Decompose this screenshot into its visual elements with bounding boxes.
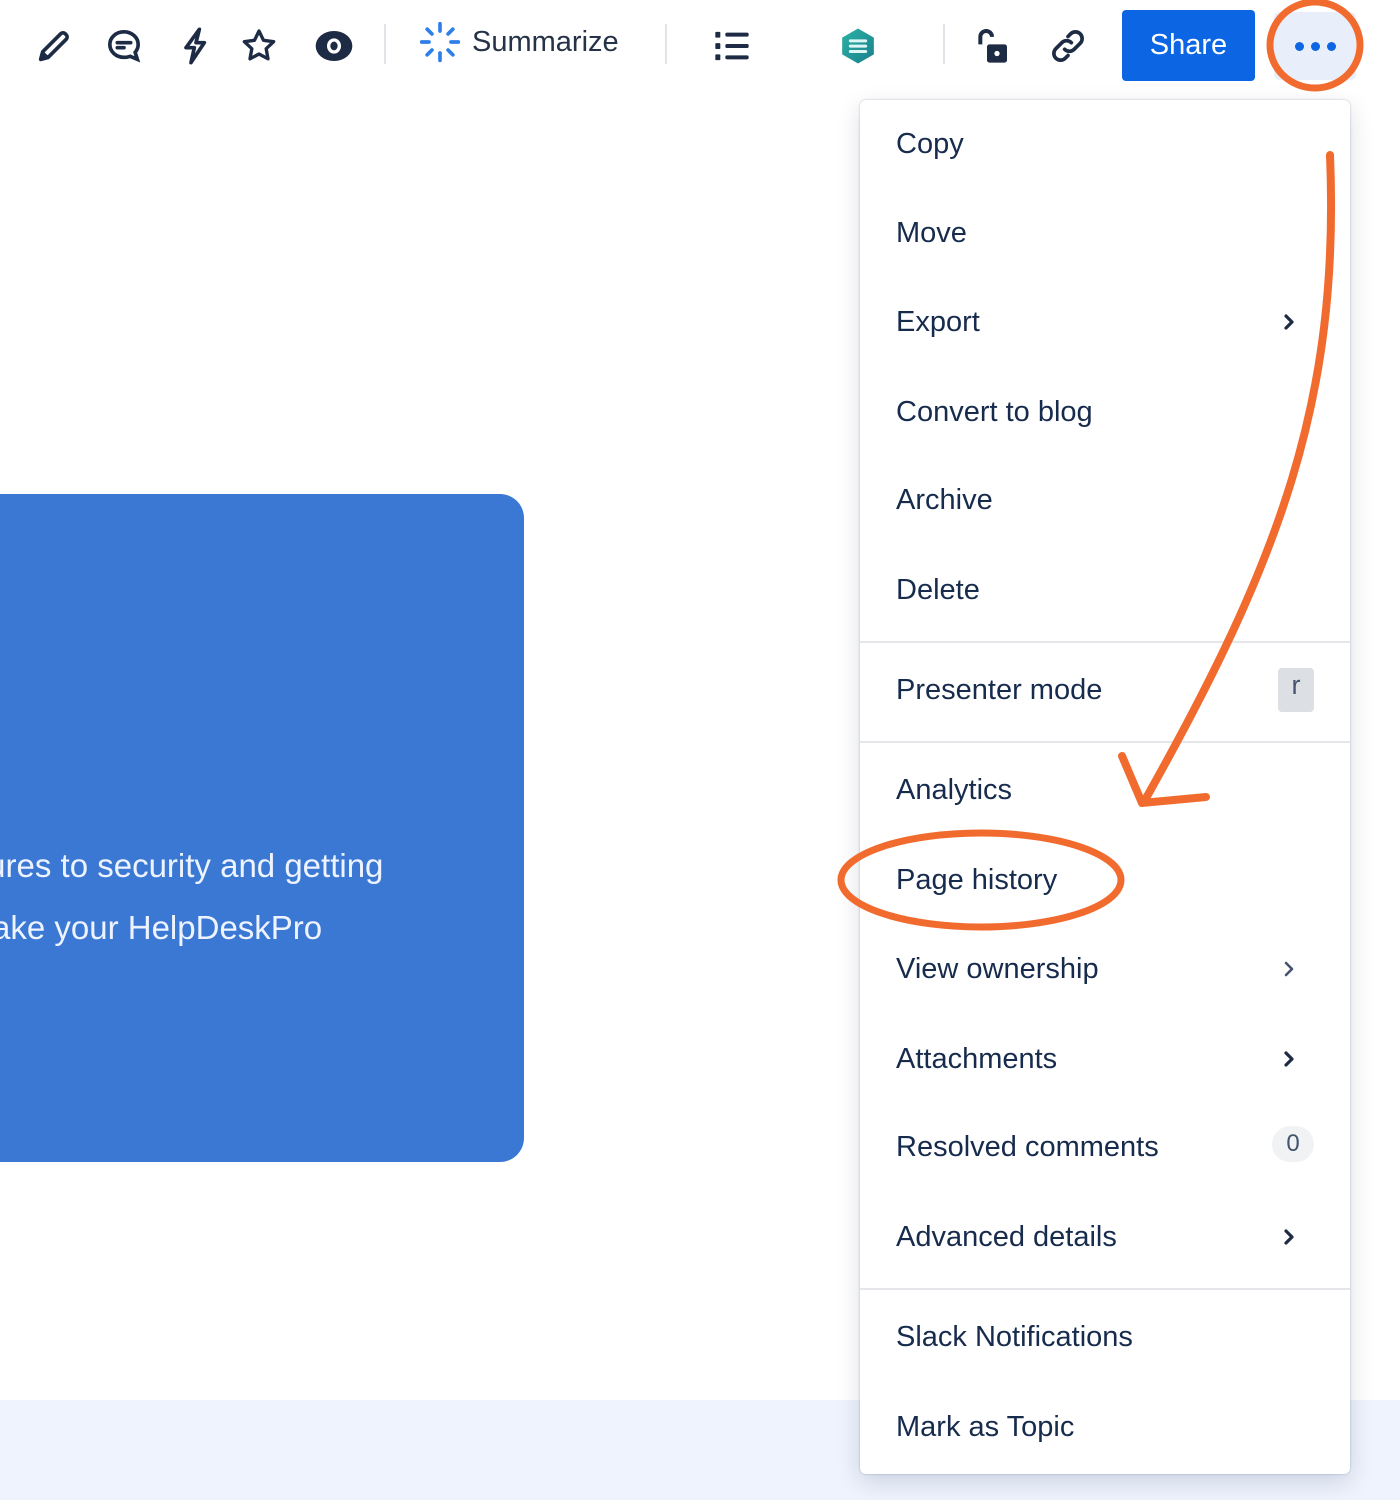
sparkle-loader-icon (419, 21, 461, 63)
automation-button[interactable] (172, 22, 220, 70)
menu-item-export[interactable]: Export (860, 278, 1350, 366)
menu-item-label: Archive (896, 483, 993, 516)
menu-item-label: Export (896, 305, 980, 338)
menu-item-slack-notifications[interactable]: Slack Notifications (860, 1293, 1350, 1381)
toolbar-divider (384, 24, 386, 64)
menu-item-label: Analytics (896, 773, 1013, 806)
hexagon-app-icon (842, 28, 874, 64)
watch-button[interactable] (310, 22, 358, 70)
restrictions-button[interactable] (968, 22, 1016, 70)
eye-icon (315, 31, 353, 61)
lightning-icon (184, 27, 207, 65)
more-horizontal-icon (1310, 41, 1320, 51)
menu-item-label: Slack Notifications (896, 1320, 1133, 1353)
summarize-label: Summarize (472, 25, 619, 58)
page-toolbar: Summarize Share (0, 0, 1400, 92)
more-horizontal-icon (1326, 41, 1336, 51)
menu-item-archive[interactable]: Archive (860, 456, 1350, 544)
more-actions-menu: Copy Move Export Convert to blog Archive… (860, 100, 1350, 1474)
menu-item-label: Advanced details (896, 1220, 1117, 1253)
share-button[interactable]: Share (1122, 10, 1255, 81)
menu-item-label: Copy (896, 127, 964, 160)
menu-item-attachments[interactable]: Attachments (860, 1015, 1350, 1103)
more-actions-button[interactable] (1274, 12, 1356, 80)
more-horizontal-icon (1294, 41, 1304, 51)
menu-item-page-history[interactable]: Page history (860, 836, 1350, 924)
menu-item-advanced-details[interactable]: Advanced details (860, 1193, 1350, 1281)
edit-button[interactable] (30, 22, 78, 70)
copy-link-button[interactable] (1044, 22, 1092, 70)
menu-item-label: Page history (896, 863, 1058, 896)
menu-divider (860, 1288, 1350, 1290)
hero-text-line: ake your HelpDeskPro (0, 909, 323, 946)
numbered-list-icon (715, 31, 749, 61)
menu-item-presenter-mode[interactable]: Presenter mode r (860, 646, 1350, 734)
toolbar-divider (665, 24, 667, 64)
menu-item-label: Resolved comments (896, 1130, 1159, 1163)
count-badge: 0 (1272, 1126, 1314, 1163)
link-icon (1052, 30, 1084, 62)
chevron-right-icon (1284, 961, 1294, 977)
chevron-right-icon (1284, 1229, 1294, 1245)
menu-item-move[interactable]: Move (860, 189, 1350, 277)
app-extension-button[interactable] (834, 22, 882, 70)
menu-item-analytics[interactable]: Analytics (860, 746, 1350, 834)
comment-button[interactable] (100, 22, 148, 70)
summarize-button[interactable]: Summarize (418, 18, 619, 66)
menu-item-mark-as-topic[interactable]: Mark as Topic (860, 1383, 1350, 1471)
menu-item-label: View ownership (896, 952, 1099, 985)
star-button[interactable] (235, 22, 283, 70)
chevron-right-icon (1284, 1051, 1294, 1067)
comment-icon (107, 29, 141, 63)
menu-item-label: Delete (896, 573, 980, 606)
menu-item-label: Convert to blog (896, 395, 1093, 428)
hero-banner (0, 494, 524, 1162)
menu-item-copy[interactable]: Copy (860, 100, 1350, 188)
menu-divider (860, 741, 1350, 743)
menu-item-label: Move (896, 216, 967, 249)
menu-item-delete[interactable]: Delete (860, 546, 1350, 634)
menu-item-view-ownership[interactable]: View ownership (860, 925, 1350, 1013)
menu-item-label: Presenter mode (896, 673, 1103, 706)
hero-text: tures to security and getting ake your H… (0, 835, 383, 959)
keyboard-shortcut: r (1278, 668, 1314, 712)
menu-item-resolved-comments[interactable]: Resolved comments 0 (860, 1103, 1350, 1191)
table-of-contents-button[interactable] (708, 22, 756, 70)
menu-divider (860, 641, 1350, 643)
menu-item-label: Attachments (896, 1042, 1058, 1075)
chevron-right-icon (1284, 314, 1294, 330)
star-icon (242, 29, 276, 61)
unlock-icon (978, 29, 1007, 63)
hero-text-line: tures to security and getting (0, 847, 384, 884)
menu-item-convert-to-blog[interactable]: Convert to blog (860, 368, 1350, 456)
toolbar-divider (943, 24, 945, 64)
menu-item-label: Mark as Topic (896, 1410, 1075, 1443)
pencil-icon (38, 31, 69, 62)
